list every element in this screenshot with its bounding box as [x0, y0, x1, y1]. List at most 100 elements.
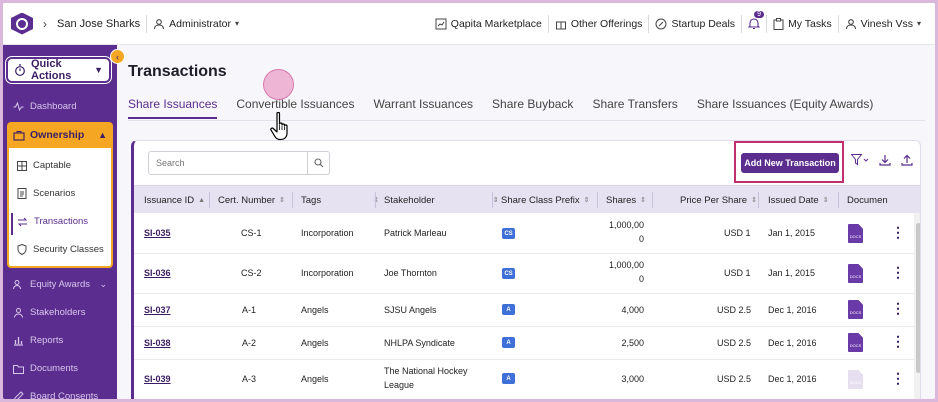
column-header[interactable]: Tags ⇕: [301, 186, 379, 214]
shares-value: 3,000: [621, 374, 644, 384]
tab-warrant-issuances[interactable]: Warrant Issuances: [373, 97, 473, 119]
chevron-down-icon: ▾: [916, 19, 921, 28]
sidebar-item-stakeholders[interactable]: Stakeholders: [13, 307, 85, 318]
tab-share-issuances-equity-awards[interactable]: Share Issuances (Equity Awards): [697, 97, 874, 119]
download-icon[interactable]: [879, 154, 891, 166]
role-selector[interactable]: Administrator ▾: [153, 18, 239, 30]
chevron-right-icon[interactable]: ›: [43, 17, 47, 31]
docs-icon[interactable]: DOCS: [848, 370, 863, 389]
shares-value: 4,000: [621, 305, 644, 315]
docs-icon[interactable]: DOCS: [848, 264, 863, 283]
column-header[interactable]: Shares ⇕: [606, 186, 646, 214]
table-row[interactable]: SI-035 CS-1 Incorporation Patrick Marlea…: [134, 214, 920, 254]
issuance-id-link[interactable]: SI-035: [144, 228, 171, 238]
divider: [209, 192, 210, 208]
person-icon: [13, 307, 24, 318]
search-box: [148, 151, 330, 175]
notifications-button[interactable]: 9: [748, 11, 764, 30]
price-per-share: USD 1: [724, 228, 751, 238]
sidebar-item-label: Transactions: [34, 216, 89, 227]
share-class-badge: A: [502, 304, 515, 315]
filter-icon[interactable]: [851, 154, 869, 166]
tab-convertible-issuances[interactable]: Convertible Issuances: [236, 97, 354, 119]
sidebar-item-label: Documents: [30, 363, 79, 374]
upload-icon[interactable]: [901, 154, 913, 166]
sidebar-item-label: Captable: [33, 160, 72, 171]
sidebar-item-security-classes[interactable]: Security Classes: [17, 244, 104, 255]
column-header[interactable]: Stakeholder ⇕: [384, 186, 499, 214]
sidebar-collapse-button[interactable]: ‹: [110, 49, 125, 64]
docs-icon[interactable]: DOCS: [848, 333, 863, 352]
column-header[interactable]: Cert. Number ⇕: [218, 186, 285, 214]
sort-icon: ⇕: [492, 197, 499, 204]
app-logo[interactable]: [11, 12, 33, 35]
divider: [547, 14, 549, 33]
offerings-link[interactable]: Other Offerings: [555, 18, 642, 30]
sidebar: Quick Actions ▼ Dashboard Ownership ▲ Ca…: [3, 45, 117, 399]
percent-icon: [655, 18, 667, 30]
more-actions-icon[interactable]: ⋮: [891, 224, 905, 241]
table-row[interactable]: SI-038 A-2 Angels NHLPA Syndicate A 2,50…: [134, 327, 920, 360]
sidebar-item-transactions[interactable]: Transactions: [17, 216, 88, 227]
sort-icon: ▲: [198, 196, 206, 204]
marketplace-link[interactable]: Qapita Marketplace: [435, 18, 542, 30]
column-header[interactable]: Documen: [847, 186, 888, 214]
sidebar-item-scenarios[interactable]: Scenarios: [17, 188, 75, 199]
issuance-id-link[interactable]: SI-037: [144, 305, 171, 315]
sidebar-item-equity-awards[interactable]: Equity Awards ⌄: [13, 279, 107, 290]
sidebar-item-captable[interactable]: Captable: [17, 160, 71, 171]
docs-icon[interactable]: DOCS: [848, 300, 863, 319]
search-input[interactable]: [149, 152, 307, 174]
column-header[interactable]: Issuance ID ▲: [144, 186, 205, 214]
price-per-share: USD 2.5: [717, 305, 752, 315]
scrollbar-thumb[interactable]: [916, 223, 920, 373]
sort-icon: ⇕: [751, 197, 757, 204]
share-class-badge: CS: [502, 268, 515, 279]
my-tasks-link[interactable]: My Tasks: [773, 17, 832, 30]
tab-share-issuances[interactable]: Share Issuances: [128, 97, 218, 119]
search-button[interactable]: [307, 152, 329, 174]
more-actions-icon[interactable]: ⋮: [891, 370, 905, 387]
top-bar: › San Jose Sharks Administrator ▾ Qapita…: [3, 3, 935, 45]
cert-number: A-2: [242, 338, 257, 348]
user-menu[interactable]: Vinesh Vss ▾: [845, 18, 921, 30]
more-actions-icon[interactable]: ⋮: [891, 264, 905, 281]
sidebar-item-board-consents[interactable]: Board Consents: [13, 391, 98, 399]
startup-deals-link[interactable]: Startup Deals: [655, 18, 735, 30]
chart-icon: [435, 18, 447, 30]
quick-actions-button[interactable]: Quick Actions ▼: [5, 56, 112, 84]
sort-icon: ⇕: [822, 197, 829, 204]
column-header[interactable]: Issued Date ⇕: [768, 186, 829, 214]
tab-share-buyback[interactable]: Share Buyback: [492, 97, 573, 119]
column-header[interactable]: Price Per Share ⇕: [680, 186, 757, 214]
tag: Incorporation: [301, 268, 354, 278]
sidebar-item-label: Security Classes: [33, 244, 104, 255]
activity-icon: [13, 101, 24, 112]
table-row[interactable]: SI-039 A-3 Angels The National Hockey Le…: [134, 360, 920, 399]
tab-share-transfers[interactable]: Share Transfers: [592, 97, 677, 119]
table-row[interactable]: SI-036 CS-2 Incorporation Joe Thornton C…: [134, 254, 920, 294]
issuance-id-link[interactable]: SI-036: [144, 268, 171, 278]
user-icon: [153, 18, 165, 30]
docs-icon[interactable]: DOCS: [848, 224, 863, 243]
column-label: Share Class Prefix: [501, 194, 580, 206]
transfer-icon: [17, 217, 28, 227]
issuance-id-link[interactable]: SI-039: [144, 374, 171, 384]
top-nav: Qapita Marketplace Other Offerings Start…: [435, 11, 935, 33]
sidebar-item-documents[interactable]: Documents: [13, 363, 78, 374]
more-actions-icon[interactable]: ⋮: [891, 300, 905, 317]
issuance-id-link[interactable]: SI-038: [144, 338, 171, 348]
add-new-transaction-button[interactable]: Add New Transaction: [741, 153, 839, 173]
column-label: Documen: [847, 194, 888, 206]
sidebar-item-dashboard[interactable]: Dashboard: [13, 101, 76, 112]
sidebar-item-ownership[interactable]: Ownership ▲: [7, 122, 113, 148]
active-indicator: [11, 213, 13, 235]
more-actions-icon[interactable]: ⋮: [891, 333, 905, 350]
sidebar-item-reports[interactable]: Reports: [13, 335, 63, 346]
table-row[interactable]: SI-037 A-1 Angels SJSU Angels A 4,000 US…: [134, 294, 920, 327]
sidebar-item-label: Ownership: [30, 129, 85, 141]
sort-icon: ⇕: [583, 197, 590, 204]
column-header[interactable]: Share Class Prefix ⇕: [501, 186, 590, 214]
hand-cursor-icon: [269, 111, 293, 144]
company-name[interactable]: San Jose Sharks: [57, 18, 140, 30]
